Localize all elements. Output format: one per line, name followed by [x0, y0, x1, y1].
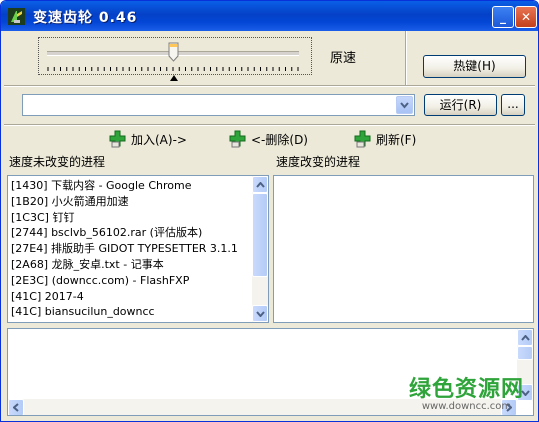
dropdown-button[interactable]: [396, 96, 413, 114]
divider: [4, 85, 535, 87]
process-item[interactable]: [1430] 下载内容 - Google Chrome: [8, 178, 268, 194]
unchanged-process-list[interactable]: [1430] 下载内容 - Google Chrome [1B20] 小火箭通用加…: [7, 175, 269, 323]
speed-slider[interactable]: [38, 37, 312, 75]
process-item[interactable]: [2A68] 龙脉_安卓.txt - 记事本: [8, 257, 268, 273]
add-label: 加入(A)->: [131, 132, 187, 147]
window-title: 变速齿轮 0.46: [33, 10, 138, 26]
slider-marker-icon: [170, 75, 178, 81]
scroll-left-button[interactable]: [8, 399, 24, 415]
add-action[interactable]: 加入(A)->: [109, 130, 187, 148]
refresh-label: 刷新(F): [376, 132, 417, 147]
run-button[interactable]: 运行(R): [424, 94, 497, 116]
scroll-up-button[interactable]: [517, 329, 533, 346]
watermark: 绿色资源网 www.downcc.com: [404, 371, 529, 412]
chevron-left-icon: [13, 403, 19, 412]
process-item[interactable]: [1B20] 小火箭通用加速: [8, 194, 268, 210]
chevron-up-icon: [255, 181, 265, 188]
remove-label: <-删除(D): [251, 132, 308, 147]
hotkey-button[interactable]: 热键(H): [423, 55, 526, 78]
green-plus-icon: [109, 130, 126, 148]
green-plus-icon: [229, 130, 246, 148]
process-combo[interactable]: [22, 94, 415, 116]
minimize-button[interactable]: _: [492, 6, 514, 28]
chevron-down-icon: [255, 310, 265, 317]
gear-app-icon: [8, 8, 25, 25]
refresh-action[interactable]: 刷新(F): [354, 130, 416, 148]
changed-panel-header: 速度改变的进程: [276, 155, 361, 169]
process-item[interactable]: [41C] 2017-4: [8, 289, 268, 305]
slider-thumb[interactable]: [168, 42, 179, 62]
unchanged-panel-header: 速度未改变的进程: [9, 155, 106, 169]
changed-process-list[interactable]: [273, 175, 534, 323]
client-area: 原速 热键(H) 运行(R) ... 加入(A)-> <-删除(D) 刷新(F): [4, 31, 535, 418]
browse-button[interactable]: ...: [501, 94, 525, 116]
title-bar[interactable]: 变速齿轮 0.46 _ ✕: [1, 1, 538, 31]
divider: [405, 31, 407, 85]
close-button[interactable]: ✕: [515, 6, 537, 28]
speed-label: 原速: [330, 51, 357, 66]
process-item[interactable]: [2744] bsclvb_56102.rar (评估版本): [8, 225, 268, 241]
remove-action[interactable]: <-删除(D): [229, 130, 308, 148]
watermark-url: www.downcc.com: [421, 401, 512, 412]
list-scrollbar[interactable]: [252, 176, 268, 322]
app-window: 变速齿轮 0.46 _ ✕ 原速 热键(H) 运行(R) ... 加入(A)->…: [0, 0, 539, 422]
green-plus-icon: [354, 130, 371, 148]
process-item[interactable]: [41C] biansucilun_downcc: [8, 304, 268, 320]
divider: [4, 124, 535, 126]
scroll-down-button[interactable]: [252, 305, 268, 322]
process-item[interactable]: [27E4] 排版助手 GIDOT TYPESETTER 3.1.1: [8, 241, 268, 257]
scroll-thumb[interactable]: [252, 193, 268, 277]
process-item[interactable]: [1C3C] 钉钉: [8, 210, 268, 226]
scroll-up-button[interactable]: [252, 176, 268, 193]
watermark-brand: 绿色资源网: [408, 377, 524, 402]
combo-value: [23, 98, 27, 112]
scroll-thumb[interactable]: [517, 346, 533, 360]
process-item[interactable]: [2E3C] (downcc.com) - FlashFXP: [8, 273, 268, 289]
slider-ticks: [47, 67, 299, 71]
chevron-down-icon: [400, 102, 409, 109]
chevron-up-icon: [520, 334, 530, 341]
